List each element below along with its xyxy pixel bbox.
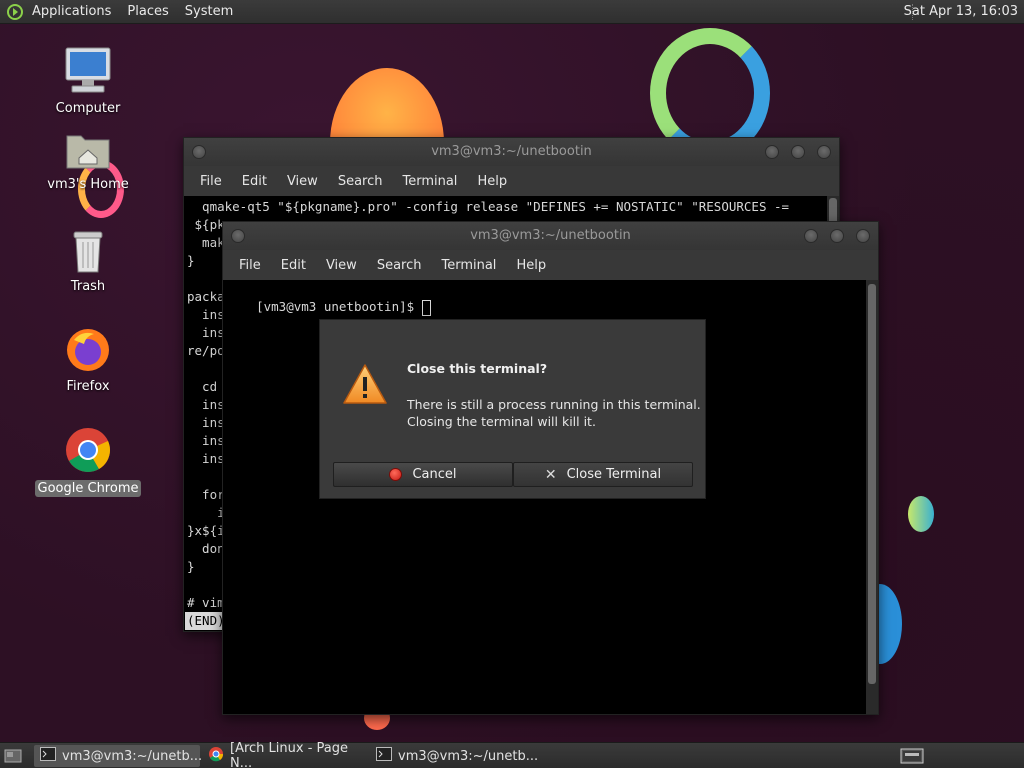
cancel-button[interactable]: Cancel — [333, 462, 513, 487]
close-terminal-dialog[interactable]: Close this terminal? There is still a pr… — [319, 319, 706, 499]
cancel-icon — [389, 468, 403, 481]
pager-status: (END) — [185, 612, 227, 630]
taskbar-item-terminal-2[interactable]: vm3@vm3:~/unetb... — [370, 745, 539, 767]
menu-help[interactable]: Help — [506, 258, 556, 273]
window-titlebar[interactable]: vm3@vm3:~/unetbootin — [184, 138, 839, 166]
window-titlebar[interactable]: vm3@vm3:~/unetbootin — [223, 222, 878, 250]
desktop-icon-chrome[interactable]: Google Chrome — [33, 426, 143, 497]
menu-search[interactable]: Search — [328, 174, 393, 189]
minimize-button[interactable] — [804, 229, 818, 243]
terminal-menubar: File Edit View Search Terminal Help — [223, 250, 878, 280]
menu-search[interactable]: Search — [367, 258, 432, 273]
menu-edit[interactable]: Edit — [232, 174, 277, 189]
terminal-scrollbar[interactable] — [866, 280, 878, 714]
menu-file[interactable]: File — [190, 174, 232, 189]
applications-menu[interactable]: Applications — [24, 4, 119, 19]
task-label: [Arch Linux - Page N... — [230, 741, 348, 768]
show-desktop-icon[interactable] — [4, 748, 22, 768]
bottom-panel: vm3@vm3:~/unetb... [Arch Linux - Page N.… — [0, 741, 1024, 768]
taskbar-item-chrome[interactable]: [Arch Linux - Page N... — [202, 741, 372, 768]
workspace-switcher-icon[interactable] — [900, 748, 924, 768]
text-cursor — [421, 299, 431, 316]
system-menu[interactable]: System — [177, 4, 241, 19]
desktop-icon-label: Trash — [70, 279, 106, 294]
chrome-icon — [208, 746, 224, 766]
task-label: vm3@vm3:~/unetb... — [398, 748, 539, 764]
task-label: vm3@vm3:~/unetb... — [62, 748, 203, 764]
desktop-icon-label: Google Chrome — [34, 480, 142, 497]
menu-edit[interactable]: Edit — [271, 258, 316, 273]
menu-file[interactable]: File — [229, 258, 271, 273]
warning-icon — [342, 363, 388, 409]
desktop-icon-computer[interactable]: Computer — [33, 44, 143, 117]
terminal-menubar: File Edit View Search Terminal Help — [184, 166, 839, 196]
scrollbar-thumb[interactable] — [868, 284, 876, 684]
distro-logo-icon[interactable] — [6, 3, 24, 21]
menu-terminal[interactable]: Terminal — [392, 174, 467, 189]
minimize-button[interactable] — [765, 145, 779, 159]
close-x-icon: ✕ — [544, 466, 557, 483]
window-menu-button[interactable] — [231, 229, 245, 243]
chrome-icon — [33, 426, 143, 476]
dialog-heading: Close this terminal? — [407, 361, 548, 376]
desktop-icon-label: Computer — [55, 101, 121, 116]
dialog-message-line: There is still a process running in this… — [407, 397, 701, 412]
terminal-icon — [376, 747, 392, 765]
computer-icon — [33, 44, 143, 96]
firefox-icon — [33, 326, 143, 374]
desktop-icon-label: vm3's Home — [47, 177, 129, 192]
desktop-icon-firefox[interactable]: Firefox — [33, 326, 143, 395]
close-button[interactable] — [817, 145, 831, 159]
close-terminal-button[interactable]: ✕ Close Terminal — [513, 462, 693, 487]
taskbar-item-terminal-1[interactable]: vm3@vm3:~/unetb... — [34, 745, 203, 767]
dialog-message-line: Closing the terminal will kill it. — [407, 414, 596, 429]
close-button[interactable] — [856, 229, 870, 243]
shell-prompt: [vm3@vm3 unetbootin]$ — [256, 299, 422, 314]
home-folder-icon — [33, 128, 143, 172]
top-panel: Applications Places System Sat Apr 13, 1… — [0, 0, 1024, 24]
desktop-icon-trash[interactable]: Trash — [33, 228, 143, 295]
menu-terminal[interactable]: Terminal — [431, 258, 506, 273]
wallpaper-teal-dot — [908, 496, 934, 532]
menu-view[interactable]: View — [277, 174, 328, 189]
places-menu[interactable]: Places — [119, 4, 176, 19]
close-terminal-label: Close Terminal — [566, 467, 662, 482]
menu-help[interactable]: Help — [467, 174, 517, 189]
desktop-icon-home[interactable]: vm3's Home — [33, 128, 143, 193]
maximize-button[interactable] — [830, 229, 844, 243]
window-title: vm3@vm3:~/unetbootin — [470, 228, 631, 243]
terminal-icon — [40, 747, 56, 765]
window-title: vm3@vm3:~/unetbootin — [431, 144, 592, 159]
menu-view[interactable]: View — [316, 258, 367, 273]
terminal-line: qmake-qt5 "${pkgname}.pro" -config relea… — [187, 199, 790, 214]
desktop-icon-label: Firefox — [66, 379, 110, 394]
trash-icon — [33, 228, 143, 274]
maximize-button[interactable] — [791, 145, 805, 159]
dialog-message: There is still a process running in this… — [407, 396, 701, 430]
window-menu-button[interactable] — [192, 145, 206, 159]
clock[interactable]: Sat Apr 13, 16:03 — [904, 4, 1018, 19]
cancel-label: Cancel — [412, 467, 457, 482]
